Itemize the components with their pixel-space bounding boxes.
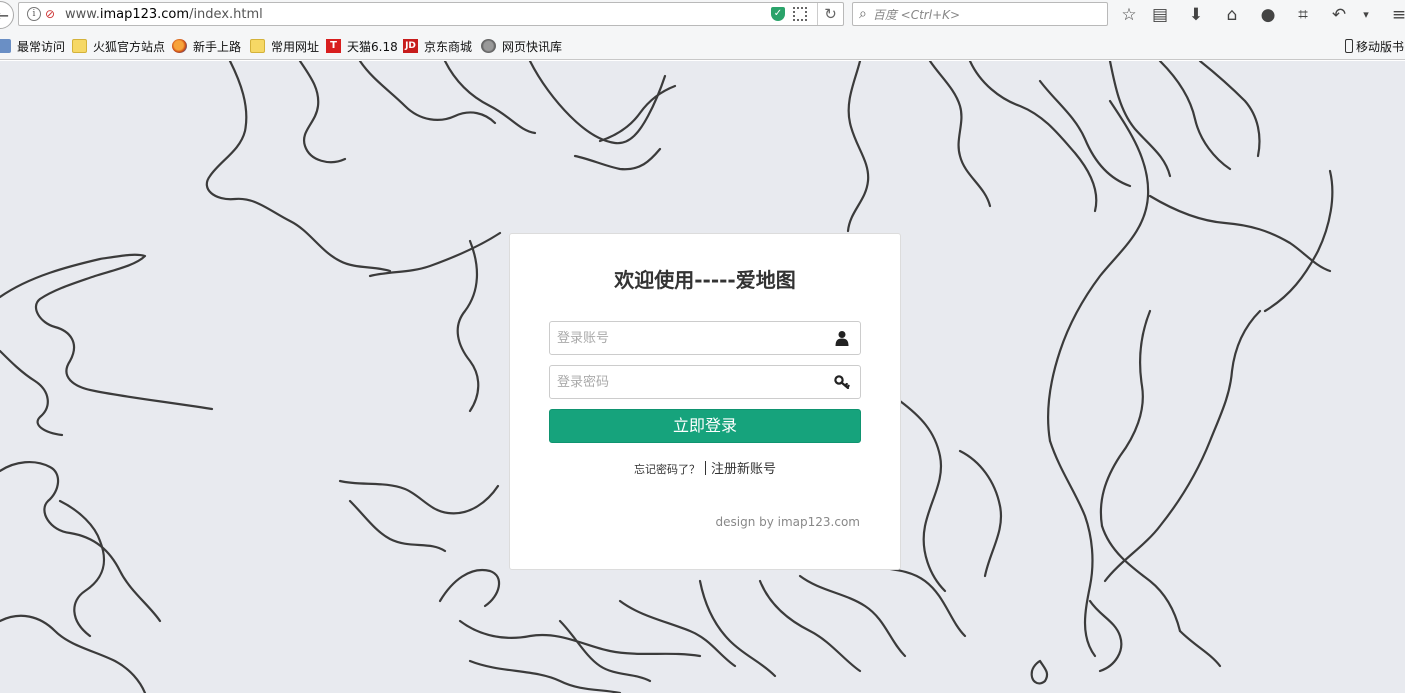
browser-navbar: ← i ⊘ www.imap123.com/index.html ✓ ↻ ⌕ 百… [0,0,1405,30]
search-bar[interactable]: ⌕ 百度 <Ctrl+K> [852,2,1108,26]
bookmark-most-visited[interactable]: 最常访问 [0,38,65,54]
bookmark-firefox-site[interactable]: 火狐官方站点 [72,38,165,54]
url-prefix: www. [65,6,100,22]
link-separator [704,461,706,475]
username-input[interactable] [550,322,832,354]
search-placeholder: 百度 <Ctrl+K> [872,7,961,22]
globe-icon [481,39,496,53]
bookmark-tmall[interactable]: T 天猫6.18 [326,38,398,54]
undo-icon[interactable]: ↶ [1328,4,1350,26]
bookmark-label: 天猫6.18 [347,39,398,54]
address-text[interactable]: www.imap123.com/index.html [65,7,771,22]
url-domain: imap123.com [99,6,190,22]
dropdown-arrow-icon[interactable]: ▾ [1355,4,1377,26]
mobile-phone-icon [1345,39,1353,53]
register-link[interactable]: 注册新账号 [711,462,776,477]
tmall-icon: T [326,39,341,53]
bookmark-jd[interactable]: JD 京东商城 [403,38,472,54]
folder-icon [250,39,265,53]
auth-links: 忘记密码了？ 注册新账号 [510,458,900,477]
bookmark-label: 常用网址 [271,39,320,54]
folder-icon [72,39,87,53]
site-info-icon[interactable]: i [27,7,41,21]
menu-icon[interactable]: ≡ [1388,4,1405,26]
qr-code-icon[interactable] [793,7,807,21]
bookmark-star-icon[interactable]: ☆ [1118,4,1140,26]
bookmark-label: 新手上路 [193,39,242,54]
password-input[interactable] [550,366,832,398]
design-credit: design by imap123.com [715,515,861,529]
user-icon [832,328,852,348]
bookmark-web-slices[interactable]: 网页快讯库 [481,38,562,54]
bookmark-label: 京东商城 [424,39,473,54]
chat-icon[interactable]: ● [1257,4,1279,26]
bookmark-label: 网页快讯库 [502,39,563,54]
back-arrow-icon: ← [0,5,9,25]
address-bar[interactable]: i ⊘ www.imap123.com/index.html ✓ ↻ [18,2,844,26]
download-icon[interactable]: ⬇ [1185,4,1207,26]
tracking-blocked-icon[interactable]: ⊘ [45,7,59,21]
page-content: 欢迎使用-----爱地图 立即登录 忘记密码了？ 注册新账号 design by … [0,61,1405,693]
reload-button[interactable]: ↻ [817,3,843,25]
login-card: 欢迎使用-----爱地图 立即登录 忘记密码了？ 注册新账号 design by … [509,233,901,570]
reading-list-icon[interactable]: ▤ [1149,4,1171,26]
mobile-bookmarks[interactable]: 移动版书 [1345,38,1404,54]
forgot-password-link[interactable]: 忘记密码了？ [634,463,700,476]
mobile-bookmarks-label: 移动版书 [1356,39,1405,54]
bookmarks-toolbar: 最常访问 火狐官方站点 新手上路 常用网址 T 天猫6.18 JD 京东商城 网… [0,30,1405,60]
recent-icon [0,39,11,53]
home-icon[interactable]: ⌂ [1221,4,1243,26]
key-icon [832,372,852,392]
password-field[interactable] [549,365,861,399]
login-title: 欢迎使用-----爱地图 [614,268,796,292]
bookmark-common-sites[interactable]: 常用网址 [250,38,319,54]
bookmark-getting-started[interactable]: 新手上路 [172,38,241,54]
jd-icon: JD [403,39,418,53]
security-shield-icon[interactable]: ✓ [771,7,785,21]
search-icon: ⌕ [859,6,867,22]
bookmark-label: 火狐官方站点 [93,39,166,54]
firefox-icon [172,39,187,53]
url-path: /index.html [189,6,263,22]
login-submit-button[interactable]: 立即登录 [549,409,861,443]
username-field[interactable] [549,321,861,355]
bookmark-label: 最常访问 [17,39,66,54]
screenshot-crop-icon[interactable]: ⌗ [1292,4,1314,26]
back-button[interactable]: ← [0,1,14,29]
